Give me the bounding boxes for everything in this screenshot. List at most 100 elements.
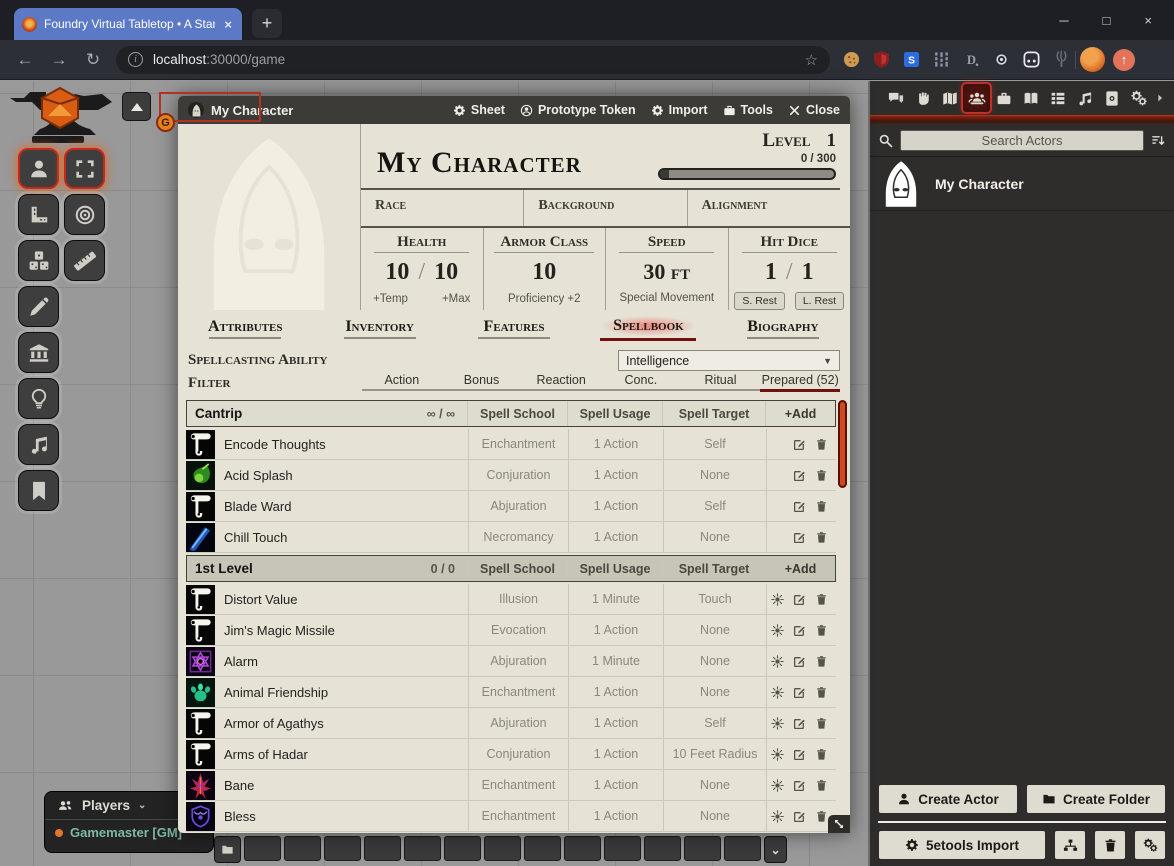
window-maximize-button[interactable]: □ (1097, 13, 1117, 28)
spell-row[interactable]: Arms of HadarConjuration1 Action10 Feet … (186, 739, 836, 770)
sidebar-tab-actors[interactable] (963, 84, 990, 112)
macro-slot[interactable] (484, 836, 521, 861)
control-sounds[interactable] (18, 424, 59, 465)
back-button[interactable]: ← (8, 50, 42, 70)
macro-slot[interactable] (684, 836, 721, 861)
edit-icon[interactable] (793, 593, 806, 606)
tool-select[interactable] (64, 148, 105, 189)
toggle-prepared-icon[interactable] (771, 779, 784, 792)
sidebar-tab-tables[interactable] (1044, 84, 1071, 112)
sidebar-tab-playlists[interactable] (1071, 84, 1098, 112)
edit-icon[interactable] (793, 469, 806, 482)
search-actors-input[interactable] (900, 130, 1144, 151)
window-button-sheet[interactable]: Sheet (453, 103, 505, 117)
section-slots[interactable]: 0 / 0 (431, 562, 467, 576)
macro-folder-button[interactable] (214, 836, 241, 863)
delete-all-button[interactable] (1094, 830, 1126, 860)
edit-icon[interactable] (793, 810, 806, 823)
delete-icon[interactable] (815, 717, 828, 730)
toggle-prepared-icon[interactable] (771, 810, 784, 823)
spell-name[interactable]: Blade Ward (215, 499, 468, 514)
url-bar[interactable]: i localhost:30000/game ☆ (116, 46, 830, 74)
spell-name[interactable]: Acid Splash (215, 468, 468, 483)
spell-name[interactable]: Distort Value (215, 592, 468, 607)
collapse-controls-button[interactable] (122, 92, 151, 121)
cookie-icon[interactable] (842, 50, 861, 69)
tab-biography[interactable]: Biography (716, 318, 850, 340)
control-walls[interactable] (18, 332, 59, 373)
sidebar-tab-items[interactable] (990, 84, 1017, 112)
browser-tab[interactable]: Foundry Virtual Tabletop • A Stan × (14, 8, 242, 40)
tool-target[interactable] (64, 194, 105, 235)
edit-icon[interactable] (793, 655, 806, 668)
spell-row[interactable]: Animal FriendshipEnchantment1 ActionNone (186, 677, 836, 708)
spell-image-icon[interactable] (186, 802, 215, 831)
hp-max[interactable]: 10 (434, 259, 458, 285)
tab-spellbook[interactable]: Spellbook (581, 316, 715, 341)
spell-image-icon[interactable] (186, 771, 215, 800)
sidebar-tab-settings[interactable] (1125, 84, 1152, 112)
toggle-prepared-icon[interactable] (771, 717, 784, 730)
tab-features[interactable]: Features (447, 318, 581, 340)
hotbar-page-down-button[interactable]: ⌄ (764, 836, 787, 863)
toggle-prepared-icon[interactable] (771, 748, 784, 761)
spell-row[interactable]: Jim's Magic MissileEvocation1 ActionNone (186, 615, 836, 646)
sidebar-tab-scenes[interactable] (936, 84, 963, 112)
forward-button[interactable]: → (42, 50, 76, 70)
new-tab-button[interactable]: + (252, 9, 282, 38)
short-rest-button[interactable]: S. Rest (734, 292, 784, 310)
spell-name[interactable]: Jim's Magic Missile (215, 623, 468, 638)
s-badge-icon[interactable]: S (902, 50, 921, 69)
spell-image-icon[interactable] (186, 709, 215, 738)
spell-name[interactable]: Animal Friendship (215, 685, 468, 700)
hp-temp-label[interactable]: +Temp (373, 293, 408, 305)
spell-image-icon[interactable] (186, 616, 215, 645)
control-drawings[interactable] (18, 286, 59, 327)
game-canvas[interactable]: Players ⌄ Gamemaster [GM] ⌄ My Character… (0, 81, 1174, 866)
toggle-prepared-icon[interactable] (771, 655, 784, 668)
macro-slot[interactable] (724, 836, 761, 861)
control-token[interactable] (18, 148, 59, 189)
window-button-prototype-token[interactable]: Prototype Token (520, 103, 636, 117)
spell-image-icon[interactable] (186, 678, 215, 707)
toggle-prepared-icon[interactable] (771, 624, 784, 637)
filter-bonus[interactable]: Bonus (442, 373, 522, 392)
special-movement-link[interactable]: Special Movement (619, 292, 714, 304)
hd-current[interactable]: 1 (765, 259, 777, 285)
spell-image-icon[interactable] (186, 647, 215, 676)
delete-icon[interactable] (815, 500, 828, 513)
spell-row[interactable]: Distort ValueIllusion1 MinuteTouch (186, 584, 836, 615)
add-spell-button[interactable]: +Add (765, 401, 835, 426)
section-slots[interactable]: ∞ / ∞ (427, 407, 467, 421)
macro-slot[interactable] (604, 836, 641, 861)
delete-icon[interactable] (815, 779, 828, 792)
actor-list-item[interactable]: My Character (870, 157, 1174, 211)
spell-name[interactable]: Chill Touch (215, 530, 468, 545)
alignment-field[interactable]: Alignment (687, 190, 850, 226)
browser-update-icon[interactable]: ↑ (1113, 49, 1135, 71)
window-button-tools[interactable]: Tools (723, 103, 773, 117)
sidebar-tab-journal[interactable] (1017, 84, 1044, 112)
delete-icon[interactable] (815, 748, 828, 761)
delete-icon[interactable] (815, 686, 828, 699)
delete-icon[interactable] (815, 593, 828, 606)
edit-icon[interactable] (793, 438, 806, 451)
control-notes[interactable] (18, 470, 59, 511)
edit-icon[interactable] (793, 779, 806, 792)
spell-image-icon[interactable] (186, 740, 215, 769)
edit-icon[interactable] (793, 748, 806, 761)
spell-image-icon[interactable] (186, 523, 215, 552)
spell-name[interactable]: Arms of Hadar (215, 747, 468, 762)
macro-slot[interactable] (524, 836, 561, 861)
macro-slot[interactable] (244, 836, 281, 861)
hp-tempmax-label[interactable]: +Max (442, 293, 470, 305)
spell-list-scrollbar[interactable] (838, 400, 847, 488)
speed-value[interactable]: 30 ft (606, 259, 728, 285)
control-lighting[interactable] (18, 378, 59, 419)
tab-inventory[interactable]: Inventory (312, 318, 446, 340)
d-badge-icon[interactable]: D (962, 50, 981, 69)
filter-ritual[interactable]: Ritual (681, 373, 761, 392)
delete-icon[interactable] (815, 438, 828, 451)
spell-row[interactable]: Armor of AgathysAbjuration1 ActionSelf (186, 708, 836, 739)
tab-close-icon[interactable]: × (222, 17, 234, 32)
